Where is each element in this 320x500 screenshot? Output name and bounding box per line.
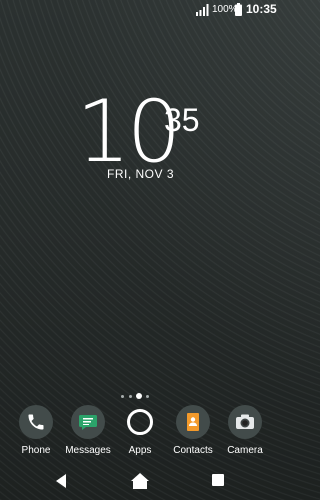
dock-item-camera[interactable]: Camera <box>217 405 273 456</box>
home-button[interactable] <box>131 473 149 489</box>
camera-icon <box>228 405 262 439</box>
dock-label-messages: Messages <box>65 445 111 456</box>
phone-icon <box>19 405 53 439</box>
page-dot <box>121 395 124 398</box>
status-time: 10:35 <box>246 2 277 16</box>
dock-label-contacts: Contacts <box>173 445 213 456</box>
battery-percentage: 100% <box>212 4 238 15</box>
battery-icon <box>235 3 242 16</box>
apps-icon <box>123 405 157 439</box>
dock-item-apps[interactable]: Apps <box>112 405 168 456</box>
messages-icon <box>71 405 105 439</box>
dock-label-apps: Apps <box>128 445 152 456</box>
clock-date: FRI, NOV 3 <box>106 167 174 181</box>
page-dot <box>146 395 149 398</box>
signal-icon <box>196 4 209 16</box>
dock-label-camera: Camera <box>227 445 263 456</box>
clock-minute: 35 <box>164 102 200 138</box>
status-bar: 100% 10:35 <box>0 0 281 20</box>
clock-widget[interactable]: 10 35 FRI, NOV 3 <box>0 82 281 192</box>
page-dot <box>129 395 132 398</box>
dock-item-messages[interactable]: Messages <box>60 405 116 456</box>
dock-item-contacts[interactable]: Contacts <box>165 405 221 456</box>
page-indicator <box>120 393 160 401</box>
dock-label-phone: Phone <box>21 445 51 456</box>
page-dot-active <box>136 393 142 399</box>
dock-item-phone[interactable]: Phone <box>8 405 64 456</box>
dock: Phone Messages Apps Contacts Camera <box>0 405 281 465</box>
navigation-bar <box>0 465 281 500</box>
contacts-icon <box>176 405 210 439</box>
back-button[interactable] <box>54 473 68 489</box>
recent-apps-button[interactable] <box>212 474 224 486</box>
